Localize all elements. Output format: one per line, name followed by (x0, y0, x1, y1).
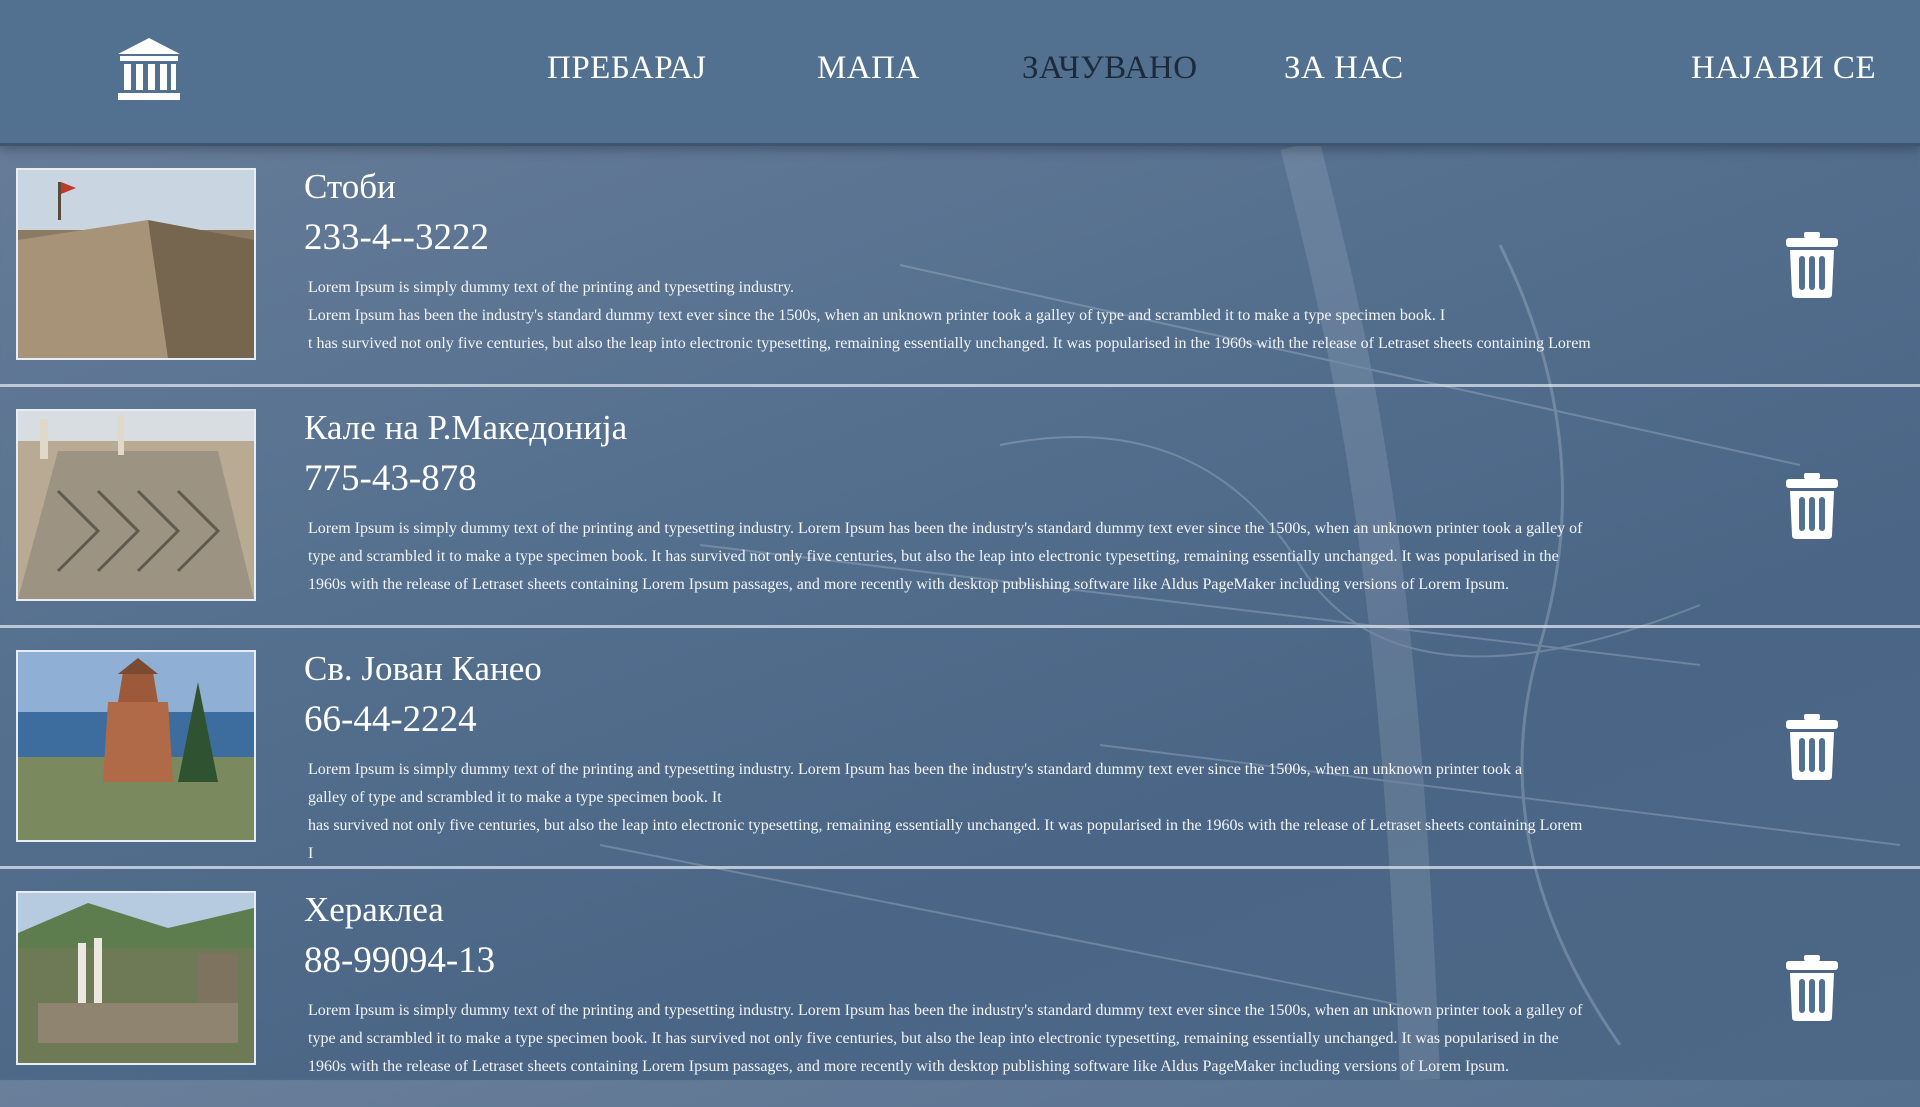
nav-saved[interactable]: ЗАЧУВАНО (1022, 50, 1198, 87)
site-phone: 66-44-2224 (304, 699, 477, 740)
mosaic-ruins-photo[interactable] (16, 409, 256, 601)
saved-item[interactable]: Кале на Р.Македонија 775-43-878 Lorem Ip… (0, 387, 1920, 628)
trash-icon[interactable] (1786, 232, 1838, 298)
login-link[interactable]: НАЈАВИ СЕ (1691, 50, 1876, 87)
fortress-walls-photo[interactable] (16, 168, 256, 360)
nav-map[interactable]: МАПА (817, 50, 920, 87)
site-title: Св. Јован Канео (304, 649, 542, 688)
trash-icon[interactable] (1786, 955, 1838, 1021)
site-phone: 88-99094-13 (304, 940, 496, 981)
trash-icon[interactable] (1786, 714, 1838, 780)
site-title: Кале на Р.Македонија (304, 408, 628, 447)
site-phone: 775-43-878 (304, 458, 477, 499)
museum-building-icon[interactable] (116, 36, 182, 102)
nav-search[interactable]: ПРЕБАРАЈ (547, 50, 707, 87)
site-description: Lorem Ipsum is simply dummy text of the … (308, 520, 1583, 593)
nav-about[interactable]: ЗА НАС (1284, 50, 1404, 87)
saved-item[interactable]: Стоби 233-4--3222 Lorem Ipsum is simply … (0, 146, 1920, 387)
site-description: Lorem Ipsum is simply dummy text of the … (308, 1002, 1583, 1075)
site-title: Хераклеа (304, 890, 444, 929)
saved-list: Стоби 233-4--3222 Lorem Ipsum is simply … (0, 146, 1920, 1107)
site-description: Lorem Ipsum is simply dummy text of the … (308, 279, 1591, 352)
top-navbar: ПРЕБАРАЈ МАПА ЗАЧУВАНО ЗА НАС НАЈАВИ СЕ (0, 0, 1920, 146)
site-phone: 233-4--3222 (304, 217, 489, 258)
trash-icon[interactable] (1786, 473, 1838, 539)
site-title: Стоби (304, 167, 396, 206)
saved-item[interactable]: Хераклеа 88-99094-13 Lorem Ipsum is simp… (0, 869, 1920, 1107)
site-description: Lorem Ipsum is simply dummy text of the … (308, 761, 1583, 862)
lakeside-church-photo[interactable] (16, 650, 256, 842)
ancient-columns-photo[interactable] (16, 891, 256, 1065)
saved-item[interactable]: Св. Јован Канео 66-44-2224 Lorem Ipsum i… (0, 628, 1920, 869)
